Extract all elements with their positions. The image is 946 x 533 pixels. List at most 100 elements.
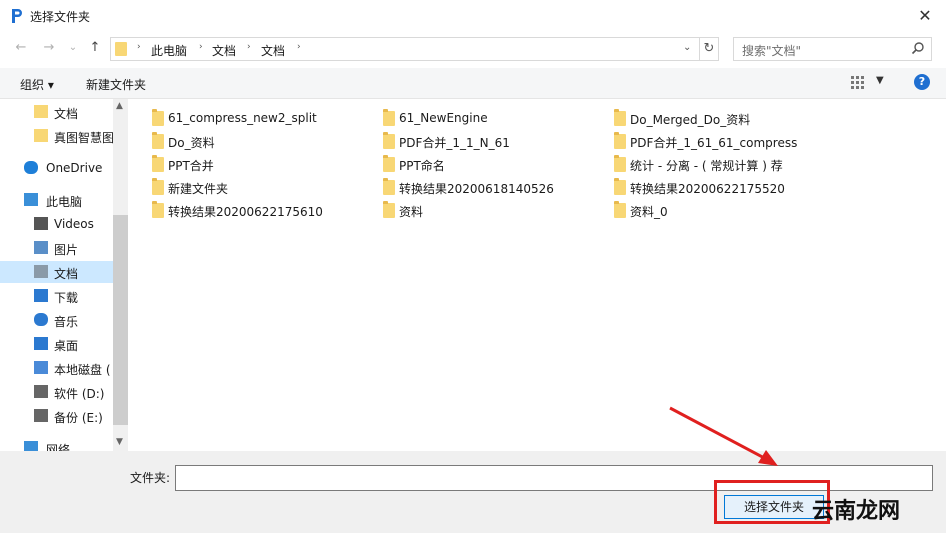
breadcrumb-separator: › (247, 42, 251, 52)
sidebar-item[interactable]: 备份 (E:) (0, 405, 113, 427)
search-icon (911, 42, 924, 55)
desktop-icon (34, 337, 48, 350)
folder-item[interactable]: 资料_0 (614, 200, 824, 220)
navigation-pane: 文档 真图智慧图 OneDrive 此电脑 Videos 图片 文档 下载 音乐 桌面 本地磁盘 (… (0, 99, 128, 451)
back-button[interactable]: ← (12, 40, 30, 56)
sidebar-item[interactable]: 真图智慧图 (0, 125, 113, 147)
folder-item[interactable]: Do_资料 (152, 131, 362, 151)
sidebar-item-label: 网络 (46, 443, 71, 451)
folder-item-label: 61_NewEngine (399, 111, 488, 125)
address-dropdown-icon[interactable]: ⌄ (683, 42, 691, 53)
sidebar-item-label: 软件 (D:) (54, 387, 105, 401)
folder-item-label: PPT命名 (399, 159, 445, 173)
picture-icon (34, 241, 48, 254)
breadcrumb-documents[interactable]: 文档 (212, 42, 236, 59)
chevron-down-icon: ▼ (876, 75, 884, 86)
folder-item-label: PPT合并 (168, 159, 214, 173)
scroll-down-icon[interactable]: ▼ (116, 437, 123, 447)
sidebar-item-label: 备份 (E:) (54, 411, 103, 425)
sidebar-item[interactable]: 桌面 (0, 333, 113, 355)
cloud-icon (24, 161, 38, 174)
scroll-up-icon[interactable]: ▲ (116, 101, 123, 111)
folder-icon (152, 109, 164, 126)
address-bar[interactable]: › 此电脑 › 文档 › 文档 › ⌄ (110, 37, 700, 61)
close-button[interactable]: ✕ (910, 4, 940, 28)
folder-icon (383, 109, 395, 126)
sidebar-item[interactable]: 文档 (0, 101, 113, 123)
new-folder-button[interactable]: 新建文件夹 (86, 76, 146, 93)
folder-item[interactable]: PDF合并_1_1_N_61 (383, 131, 593, 151)
sidebar-item[interactable]: OneDrive (0, 157, 113, 179)
sidebar-item[interactable]: 下载 (0, 285, 113, 307)
sidebar-item-label: 文档 (54, 107, 79, 121)
folder-item-label: 新建文件夹 (168, 182, 229, 196)
folder-item[interactable]: PDF合并_1_61_61_compress (614, 131, 824, 151)
sidebar-item-label: 桌面 (54, 339, 79, 353)
folder-item[interactable]: 转换结果20200622175610 (152, 200, 362, 220)
watermark-text: 云南龙网 (812, 499, 901, 524)
folder-icon (383, 178, 395, 195)
folder-item[interactable]: 资料 (383, 200, 593, 220)
folder-item[interactable]: Do_Merged_Do_资料 (614, 108, 824, 128)
folder-icon (383, 155, 395, 172)
breadcrumb-documents-sub[interactable]: 文档 (261, 42, 285, 59)
folder-item-label: 统计 - 分离 - ( 常规计算 ) 荐 (630, 159, 783, 173)
folder-icon (614, 132, 626, 149)
folder-item[interactable]: 统计 - 分离 - ( 常规计算 ) 荐 (614, 154, 824, 174)
folder-icon (34, 105, 48, 118)
music-icon (34, 313, 48, 326)
breadcrumb-separator: › (137, 42, 141, 52)
folder-item-label: PDF合并_1_1_N_61 (399, 136, 510, 150)
breadcrumb-separator: › (297, 42, 301, 52)
sidebar-item-label: 本地磁盘 ( (54, 363, 111, 377)
folder-item[interactable]: 61_NewEngine (383, 108, 593, 128)
folder-item-label: 转换结果20200622175520 (630, 182, 785, 196)
sidebar-item[interactable]: 文档 (0, 261, 113, 283)
sidebar-item-label: Videos (54, 217, 94, 231)
folder-item[interactable]: 新建文件夹 (152, 177, 362, 197)
help-button[interactable]: ? (914, 74, 930, 90)
sidebar-item[interactable]: 本地磁盘 ( (0, 357, 113, 379)
refresh-button[interactable]: ↻ (700, 37, 719, 61)
folder-item-label: Do_Merged_Do_资料 (630, 113, 751, 127)
folder-item[interactable]: PPT命名 (383, 154, 593, 174)
folder-icon (614, 109, 626, 126)
drive-icon (34, 409, 48, 422)
folder-icon (383, 201, 395, 218)
folder-icon (115, 42, 127, 56)
sidebar-item-label: 图片 (54, 243, 79, 257)
network-icon (24, 441, 38, 451)
file-list: 61_compress_new2_split 61_NewEngine Do_Mer… (128, 99, 946, 451)
view-options-button[interactable]: ▼ (850, 73, 890, 93)
sidebar-item[interactable]: 此电脑 (0, 189, 113, 211)
folder-icon (152, 155, 164, 172)
folder-item-label: 转换结果20200618140526 (399, 182, 554, 196)
sidebar-scroll-thumb[interactable] (113, 215, 128, 425)
sidebar-item-label: 下载 (54, 291, 79, 305)
sidebar-item[interactable]: 网络 (0, 437, 113, 451)
folder-item[interactable]: 转换结果20200618140526 (383, 177, 593, 197)
folder-item-label: 转换结果20200622175610 (168, 205, 323, 219)
recent-locations-button[interactable]: ⌄ (64, 40, 82, 56)
sidebar-item-label: 真图智慧图 (54, 131, 113, 145)
folder-item-label: PDF合并_1_61_61_compress (630, 136, 798, 150)
sidebar-item[interactable]: Videos (0, 213, 113, 235)
organize-button[interactable]: 组织 ▾ (20, 76, 54, 93)
folder-item[interactable]: 61_compress_new2_split (152, 108, 362, 128)
sidebar-item[interactable]: 图片 (0, 237, 113, 259)
annotation-arrow (669, 406, 778, 466)
sidebar-item[interactable]: 软件 (D:) (0, 381, 113, 403)
app-logo-icon (12, 9, 22, 23)
folder-icon (614, 201, 626, 218)
forward-button[interactable]: → (40, 40, 58, 56)
folder-item[interactable]: PPT合并 (152, 154, 362, 174)
sidebar-item[interactable]: 音乐 (0, 309, 113, 331)
folder-item[interactable]: 转换结果20200622175520 (614, 177, 824, 197)
folder-icon (152, 178, 164, 195)
up-button[interactable]: ↑ (86, 40, 104, 56)
folder-icon (152, 201, 164, 218)
breadcrumb-this-pc[interactable]: 此电脑 (151, 42, 187, 59)
search-input[interactable]: 搜索"文档" (733, 37, 932, 61)
folder-icon (152, 132, 164, 149)
sidebar-item-label: 文档 (54, 267, 79, 281)
